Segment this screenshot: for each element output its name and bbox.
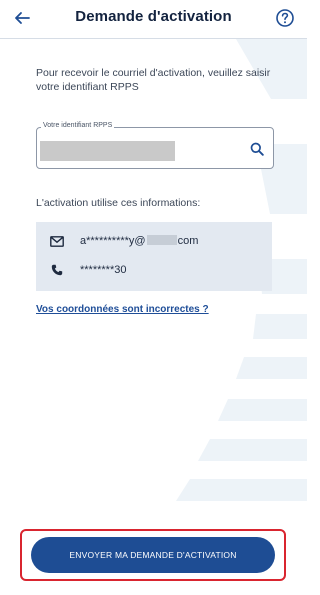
email-suffix: com (177, 235, 199, 247)
question-circle-icon (276, 9, 294, 27)
back-button[interactable] (8, 4, 36, 32)
help-button[interactable] (273, 6, 297, 30)
cta-highlight: ENVOYER MA DEMANDE D'ACTIVATION (20, 529, 286, 581)
phone-value: ********30 (80, 264, 127, 276)
email-domain-mask (146, 235, 177, 245)
phone-row: ********30 (50, 263, 126, 277)
contact-info-box: a**********y@ com ********30 (36, 222, 272, 291)
phone-icon (50, 263, 64, 277)
page-title: Demande d'activation (75, 8, 232, 25)
rpps-input[interactable] (40, 141, 175, 161)
rpps-field: Votre identifiant RPPS (36, 122, 274, 169)
email-prefix: a**********y@ (80, 235, 146, 247)
top-bar: Demande d'activation (0, 0, 307, 39)
rpps-field-label: Votre identifiant RPPS (41, 122, 115, 129)
incorrect-details-link[interactable]: Vos coordonnées sont incorrectes ? (36, 304, 209, 315)
intro-text: Pour recevoir le courriel d'activation, … (36, 67, 271, 93)
search-icon (250, 142, 264, 156)
activation-label: L'activation utilise ces informations: (36, 197, 201, 209)
send-activation-button[interactable]: ENVOYER MA DEMANDE D'ACTIVATION (31, 537, 275, 573)
search-button[interactable] (247, 139, 267, 159)
email-value: a**********y@ com (80, 235, 198, 247)
envelope-icon (50, 234, 64, 248)
email-row: a**********y@ com (50, 234, 198, 248)
arrow-left-icon (15, 12, 30, 24)
